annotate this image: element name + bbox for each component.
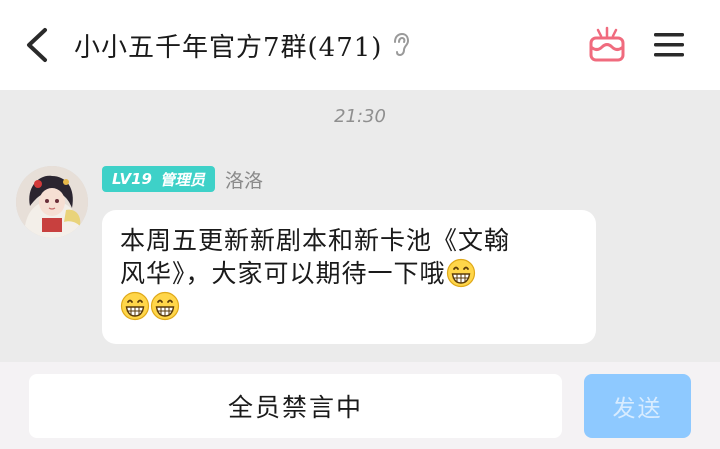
sender-name[interactable]: 洛洛 xyxy=(225,166,263,193)
message-meta: LV19 管理员 洛洛 xyxy=(102,166,263,192)
group-title: 小小五千年官方7群(471) xyxy=(74,24,410,66)
hamburger-menu-icon[interactable] xyxy=(652,28,686,62)
cake-icon[interactable] xyxy=(587,25,627,65)
level-badge: LV19 xyxy=(112,170,152,188)
chat-header: 小小五千年官方7群(471) xyxy=(0,0,720,90)
group-title-text: 小小五千年官方7群(471) xyxy=(74,32,383,63)
message-timestamp: 21:30 xyxy=(334,106,386,127)
send-button[interactable]: 发送 xyxy=(584,374,691,438)
avatar[interactable] xyxy=(16,166,88,238)
message-text-line2: 风华》，大家可以期待一下哦 xyxy=(120,259,446,288)
input-bar: 全员禁言中 发送 xyxy=(0,362,720,449)
role-badge: 管理员 xyxy=(159,170,205,189)
message-input[interactable]: 全员禁言中 xyxy=(29,374,562,438)
grinning-face-emoji xyxy=(446,258,475,288)
grinning-face-emoji xyxy=(150,291,180,321)
grinning-face-emoji xyxy=(120,291,150,321)
message-text-line1: 本周五更新新剧本和新卡池《文翰 xyxy=(120,226,511,255)
admin-badge: LV19 管理员 xyxy=(102,166,215,192)
ear-icon xyxy=(392,32,410,58)
back-arrow-icon[interactable] xyxy=(18,24,54,66)
message-bubble[interactable]: 本周五更新新剧本和新卡池《文翰 风华》，大家可以期待一下哦 xyxy=(102,210,596,344)
chat-area[interactable]: 21:30 LV19 管理员 洛洛 本周五更新新剧本和新卡池《文翰 风华》，大家… xyxy=(0,90,720,362)
